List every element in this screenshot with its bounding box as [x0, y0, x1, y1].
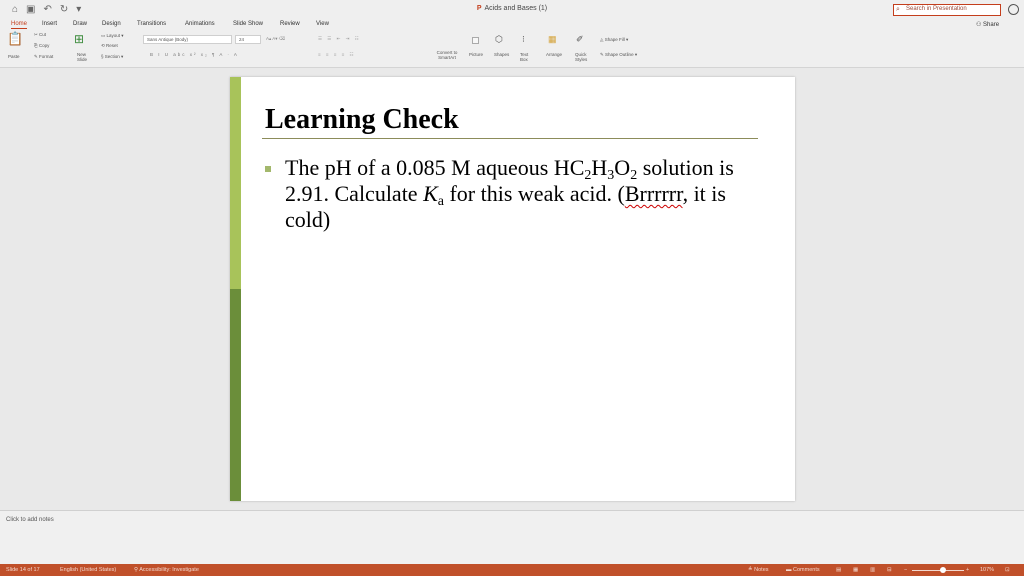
slide-body-text[interactable]: The pH of a 0.085 M aqueous HC2H3O2 solu… [285, 155, 775, 233]
section-button[interactable]: § Section ▾ [101, 54, 123, 60]
language-status[interactable]: English (United States) [60, 567, 116, 573]
slide-canvas[interactable]: Learning Check The pH of a 0.085 M aqueo… [230, 77, 795, 501]
shape-fill-button[interactable]: ◬ Shape Fill ▾ [600, 37, 628, 43]
tab-view[interactable]: View [316, 21, 329, 27]
search-input[interactable]: ⌕ Search in Presentation [893, 4, 1001, 16]
ribbon: 📋 Paste ✂ Cut ⎘ Copy ✎ Format ⊞ New Slid… [0, 30, 1024, 68]
search-icon: ⌕ [896, 6, 900, 13]
title-bar: ⌂ ▣ ↶ ↻ ▾ P Acids and Bases (1) ⌕ Search … [0, 0, 1024, 20]
font-size-controls[interactable]: A▴ A▾ ⌫ [266, 36, 285, 42]
tab-home[interactable]: Home [11, 21, 28, 29]
zoom-out-icon[interactable]: − [904, 567, 907, 573]
notes-placeholder: Click to add notes [6, 517, 54, 523]
fit-slide-icon[interactable]: ⊡ [1005, 567, 1010, 573]
tab-animations[interactable]: Animations [185, 21, 215, 27]
text-box-icon[interactable]: ⁝ [522, 34, 525, 44]
powerpoint-icon: P [476, 5, 482, 12]
font-name-select[interactable]: Sans Antique (Body) [143, 35, 232, 44]
arrange-icon[interactable]: ▦ [548, 34, 557, 44]
tab-insert[interactable]: Insert [42, 21, 57, 27]
normal-view-icon[interactable]: ▤ [836, 567, 841, 573]
arrange-button[interactable]: Arrange [546, 52, 562, 57]
font-size-select[interactable]: 24 [235, 35, 261, 44]
ribbon-tabs: Home Insert Draw Design Transitions Anim… [0, 20, 1024, 30]
account-icon[interactable] [1008, 4, 1019, 15]
zoom-slider-handle[interactable] [940, 567, 946, 573]
quick-styles-button[interactable]: Quick Styles [575, 52, 591, 62]
format-painter-button[interactable]: ✎ Format [34, 54, 53, 60]
share-button[interactable]: ⚇ Share [976, 21, 999, 28]
text-box-button[interactable]: Text Box [520, 52, 534, 62]
accent-bar-dark [230, 289, 241, 501]
shape-fill-icon: ◬ [600, 37, 604, 42]
tab-slide-show[interactable]: Slide Show [233, 21, 263, 27]
shape-outline-button[interactable]: ✎ Shape Outline ▾ [600, 52, 637, 58]
zoom-slider[interactable] [912, 569, 964, 571]
convert-smartart-button[interactable]: Convert to SmartArt [432, 50, 462, 60]
copy-button[interactable]: ⎘ Copy [34, 43, 49, 48]
tab-draw[interactable]: Draw [73, 21, 87, 27]
tab-transitions[interactable]: Transitions [137, 21, 166, 27]
paste-button[interactable]: Paste [8, 54, 20, 59]
paste-icon[interactable]: 📋 [7, 32, 23, 45]
slide-title[interactable]: Learning Check [265, 104, 459, 136]
document-title: P Acids and Bases (1) [476, 5, 548, 12]
slideshow-view-icon[interactable]: ⊟ [887, 567, 892, 573]
shapes-icon[interactable]: ⬡ [495, 34, 503, 44]
status-bar: Slide 14 of 17 English (United States) ⚲… [0, 564, 1024, 576]
accessibility-icon: ⚲ [134, 567, 139, 573]
reading-view-icon[interactable]: ▥ [870, 567, 875, 573]
tab-review[interactable]: Review [280, 21, 300, 27]
comments-button[interactable]: ▬ Comments [786, 567, 820, 573]
comment-icon: ▬ [786, 567, 792, 573]
accessibility-status[interactable]: ⚲ Accessibility: Investigate [134, 567, 199, 573]
bullet-marker [265, 166, 271, 172]
notes-pane[interactable]: Click to add notes [0, 510, 1024, 564]
tab-design[interactable]: Design [102, 21, 121, 27]
accent-bar-light [230, 77, 241, 289]
picture-button[interactable]: Picture [469, 52, 483, 57]
slide-counter: Slide 14 of 17 [6, 567, 40, 573]
cut-button[interactable]: ✂ Cut [34, 32, 46, 38]
spellcheck-word: Brrrrrr [624, 181, 683, 206]
new-slide-icon[interactable]: ⊞ [74, 33, 84, 45]
title-divider [262, 138, 758, 139]
picture-icon[interactable] [472, 37, 479, 44]
align-buttons[interactable]: ≡ ≡ ≡ ≡ ☷ [318, 52, 356, 58]
shapes-button[interactable]: Shapes [494, 52, 509, 57]
notes-icon: ≜ [748, 567, 753, 573]
zoom-level[interactable]: 107% [980, 567, 994, 573]
shape-outline-icon: ✎ [600, 52, 604, 57]
font-format-buttons[interactable]: B I U abc x² x₂ ¶ A · A [150, 52, 239, 57]
slide-sorter-icon[interactable]: ▦ [853, 567, 858, 573]
zoom-in-icon[interactable]: + [966, 567, 969, 573]
notes-button[interactable]: ≜ Notes [748, 567, 769, 573]
list-buttons[interactable]: ☰ ☰ ⇤ ⇥ ☷ [318, 36, 361, 42]
quick-styles-icon[interactable]: ✐ [576, 34, 584, 44]
reset-button[interactable]: ⟲ Reset [101, 43, 118, 49]
layout-button[interactable]: ▭ Layout ▾ [101, 33, 124, 39]
new-slide-button[interactable]: New Slide [77, 52, 91, 62]
